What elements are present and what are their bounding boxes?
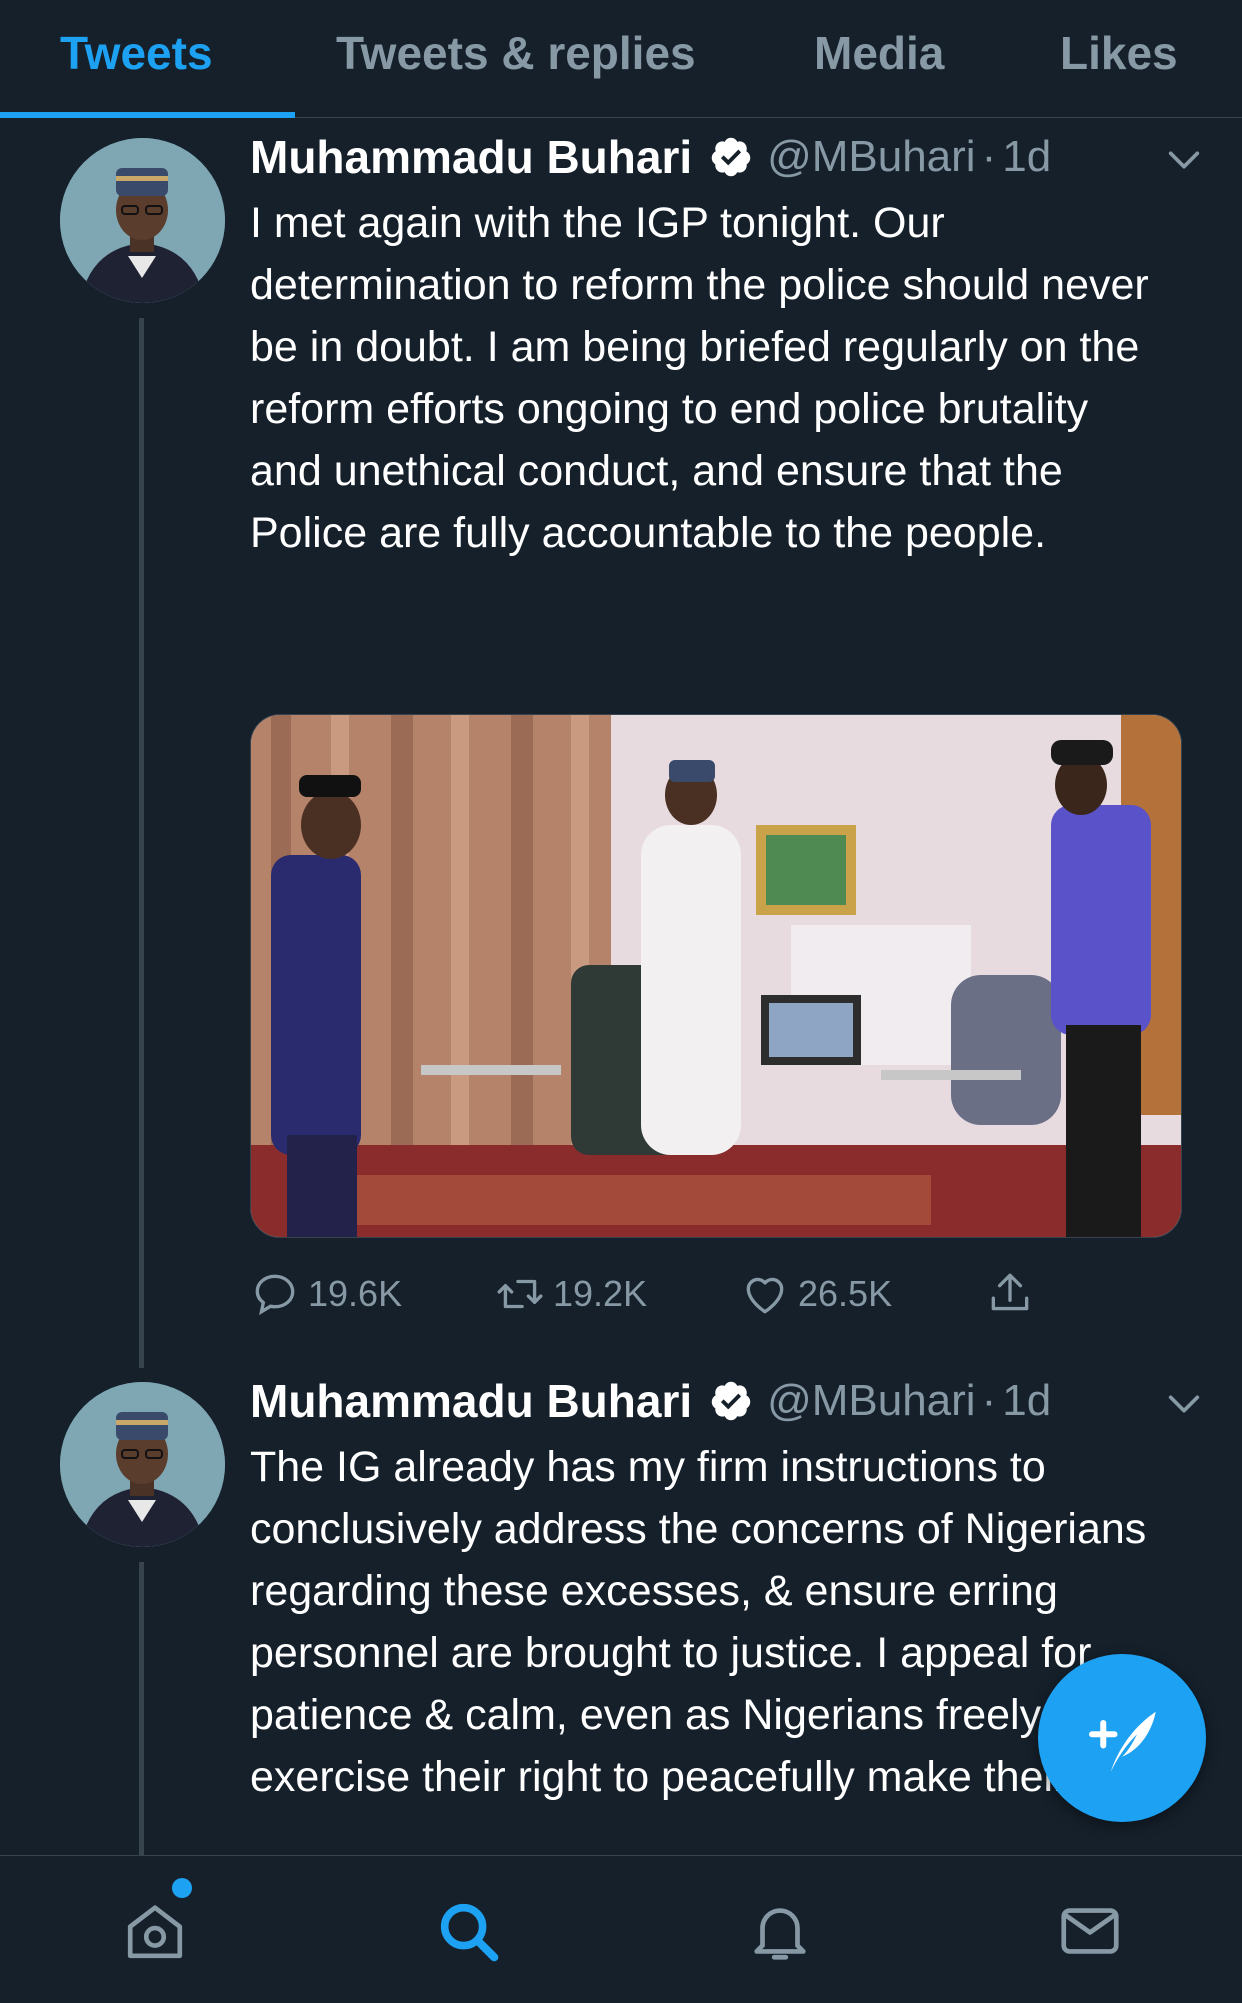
retweet-icon (497, 1279, 543, 1309)
bottom-navigation (0, 1855, 1242, 2003)
like-count: 26.5K (798, 1273, 893, 1314)
separator-dot: · (981, 1376, 997, 1425)
reply-button[interactable]: 19.6K (250, 1264, 402, 1324)
avatar[interactable] (60, 1382, 225, 1547)
compose-tweet-icon (1089, 1711, 1156, 1772)
tweet-timestamp[interactable]: 1d (1002, 132, 1051, 181)
nav-messages[interactable] (1055, 1896, 1125, 1966)
tweet-header: Muhammadu Buhari @MBuhari · 1d (250, 130, 1051, 190)
compose-tweet-button[interactable] (1038, 1654, 1206, 1822)
reply-count: 19.6K (308, 1273, 403, 1314)
author-handle[interactable]: @MBuhari (767, 1376, 976, 1425)
author-handle[interactable]: @MBuhari (767, 132, 976, 181)
retweet-count: 19.2K (553, 1273, 648, 1314)
tweet-text: I met again with the IGP tonight. Our de… (250, 199, 1149, 557)
share-icon (991, 1273, 1029, 1311)
tab-tweets-and-replies[interactable]: Tweets & replies (336, 26, 696, 80)
nav-home[interactable] (120, 1896, 190, 1966)
tab-likes[interactable]: Likes (1060, 26, 1178, 80)
avatar[interactable] (60, 138, 225, 303)
heart-icon (746, 1277, 784, 1314)
tab-tweets[interactable]: Tweets (60, 26, 213, 80)
tweet-photo[interactable] (250, 714, 1182, 1238)
like-button[interactable]: 26.5K (740, 1264, 892, 1324)
active-tab-indicator (0, 112, 295, 118)
tweet-timestamp[interactable]: 1d (1002, 1376, 1051, 1425)
thread-line (139, 1562, 144, 1862)
verified-badge-icon (711, 1381, 750, 1421)
chevron-down-icon[interactable] (1164, 140, 1204, 180)
tweet-header: Muhammadu Buhari @MBuhari · 1d (250, 1374, 1051, 1434)
retweet-button[interactable]: 19.2K (495, 1264, 647, 1324)
new-content-indicator (172, 1878, 192, 1898)
comment-icon (255, 1274, 295, 1316)
author-name[interactable]: Muhammadu Buhari (250, 1375, 692, 1427)
share-button[interactable] (985, 1264, 1035, 1324)
nav-notifications[interactable] (745, 1896, 815, 1966)
thread-line (139, 318, 144, 1368)
notifications-icon (754, 1908, 806, 1960)
chevron-down-icon[interactable] (1164, 1384, 1204, 1424)
tweet-actions: 19.6K 19.2K 26.5K (250, 1264, 1130, 1324)
messages-icon (1061, 1908, 1119, 1954)
separator-dot: · (981, 132, 997, 181)
home-icon (127, 1905, 183, 1959)
nav-search[interactable] (433, 1896, 503, 1966)
author-name[interactable]: Muhammadu Buhari (250, 131, 692, 183)
profile-tabs: Tweets Tweets & replies Media Likes (0, 0, 1242, 118)
search-icon (440, 1903, 499, 1962)
tab-media[interactable]: Media (814, 26, 944, 80)
verified-badge-icon (711, 137, 750, 177)
